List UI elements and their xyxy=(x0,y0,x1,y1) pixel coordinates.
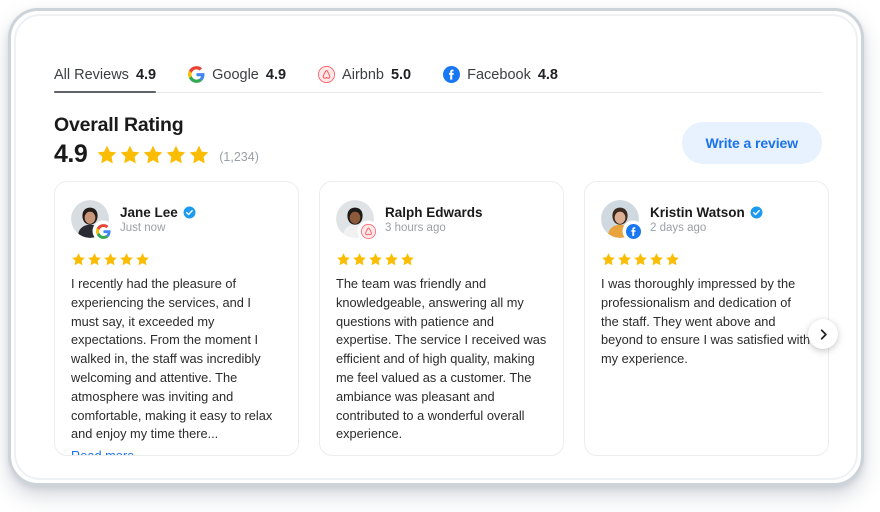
reviewer-info: Kristin Watson 2 days ago xyxy=(650,205,763,234)
google-icon xyxy=(95,223,111,239)
star-icon xyxy=(72,253,85,266)
review-time: 2 days ago xyxy=(650,221,707,234)
avatar xyxy=(336,200,377,240)
review-header: Ralph Edwards 3 hours ago xyxy=(336,198,547,240)
tab-google[interactable]: Google 4.9 xyxy=(188,66,286,92)
star-icon xyxy=(120,253,133,266)
chevron-right-icon xyxy=(820,328,827,340)
tab-all-reviews[interactable]: All Reviews 4.9 xyxy=(54,67,157,93)
tab-score: 4.9 xyxy=(265,66,287,83)
source-badge xyxy=(94,222,112,240)
tab-facebook[interactable]: Facebook 4.8 xyxy=(443,66,558,92)
verified-badge-icon xyxy=(183,206,196,218)
page-title: Overall Rating xyxy=(54,114,184,136)
star-icon xyxy=(144,145,163,163)
star-icon xyxy=(98,145,117,163)
airbnb-icon xyxy=(360,223,376,239)
star-icon xyxy=(337,253,350,266)
overall-score: 4.9 xyxy=(54,140,88,168)
review-card: Ralph Edwards 3 hours ago The team was fri… xyxy=(319,181,564,456)
star-icon xyxy=(602,253,615,266)
source-badge xyxy=(624,222,642,240)
overall-star-rating xyxy=(96,144,210,166)
google-icon xyxy=(188,66,205,83)
airbnb-icon xyxy=(318,66,336,83)
facebook-icon xyxy=(625,223,641,239)
source-tabs: All Reviews 4.9 Google 4.9 Airbnb 5.0 Facebook… xyxy=(54,58,822,93)
overall-rating-row: 4.9 (1,234) xyxy=(54,142,259,167)
star-icon xyxy=(401,253,414,266)
review-header: Kristin Watson 2 days ago xyxy=(601,198,812,240)
reviews-widget: All Reviews 4.9 Google 4.9 Airbnb 5.0 Facebook… xyxy=(16,16,856,478)
review-star-rating xyxy=(71,252,282,267)
device-frame: All Reviews 4.9 Google 4.9 Airbnb 5.0 Facebook… xyxy=(8,8,864,486)
star-icon xyxy=(167,145,186,163)
review-text: I was thoroughly impressed by the profes… xyxy=(601,276,811,367)
verified-badge-icon xyxy=(750,206,763,218)
review-star-rating xyxy=(601,252,812,267)
tab-label: Google xyxy=(212,66,259,83)
star-icon xyxy=(353,253,366,266)
star-icon xyxy=(190,145,209,163)
star-icon xyxy=(104,253,117,266)
review-header: Jane Lee Just now xyxy=(71,198,282,240)
reviewer-name: Jane Lee xyxy=(120,204,178,220)
avatar xyxy=(71,200,112,240)
review-card: Kristin Watson 2 days ago I was thoroughly… xyxy=(584,181,829,456)
star-icon xyxy=(369,253,382,266)
carousel-next-button[interactable] xyxy=(808,319,838,349)
star-icon xyxy=(385,253,398,266)
review-time: 3 hours ago xyxy=(385,221,446,234)
avatar xyxy=(601,200,642,240)
tab-label: Airbnb xyxy=(342,66,384,83)
review-star-rating xyxy=(336,252,547,267)
tab-score: 5.0 xyxy=(390,66,412,83)
reviewer-name: Ralph Edwards xyxy=(385,204,483,220)
tab-label: Facebook xyxy=(467,66,531,83)
tab-score: 4.8 xyxy=(537,66,558,83)
review-card: Jane Lee Just now I recently had the pleas… xyxy=(54,181,299,456)
tab-airbnb[interactable]: Airbnb 5.0 xyxy=(318,66,411,92)
star-icon xyxy=(136,253,149,266)
reviewer-name: Kristin Watson xyxy=(650,204,745,220)
review-text: The team was friendly and knowledgeable,… xyxy=(336,276,547,442)
review-count: (1,234) xyxy=(219,149,259,164)
review-time: Just now xyxy=(120,221,166,234)
tab-score: 4.9 xyxy=(135,67,157,83)
review-cards-carousel: Jane Lee Just now I recently had the pleas… xyxy=(54,181,830,456)
star-icon xyxy=(618,253,631,266)
device-screen: All Reviews 4.9 Google 4.9 Airbnb 5.0 Facebook… xyxy=(14,14,858,480)
star-icon xyxy=(121,145,140,163)
reviewer-info: Ralph Edwards 3 hours ago xyxy=(385,205,483,234)
tab-label: All Reviews xyxy=(54,67,129,83)
write-review-button[interactable]: Write a review xyxy=(681,122,822,164)
star-icon xyxy=(634,253,647,266)
star-icon xyxy=(650,253,663,266)
reviewer-info: Jane Lee Just now xyxy=(120,205,196,234)
review-text: I recently had the pleasure of experienc… xyxy=(71,276,273,442)
facebook-icon xyxy=(443,66,461,83)
star-icon xyxy=(666,253,679,266)
read-more-link[interactable]: Read more xyxy=(71,448,134,455)
star-icon xyxy=(88,253,101,266)
source-badge xyxy=(359,222,377,240)
